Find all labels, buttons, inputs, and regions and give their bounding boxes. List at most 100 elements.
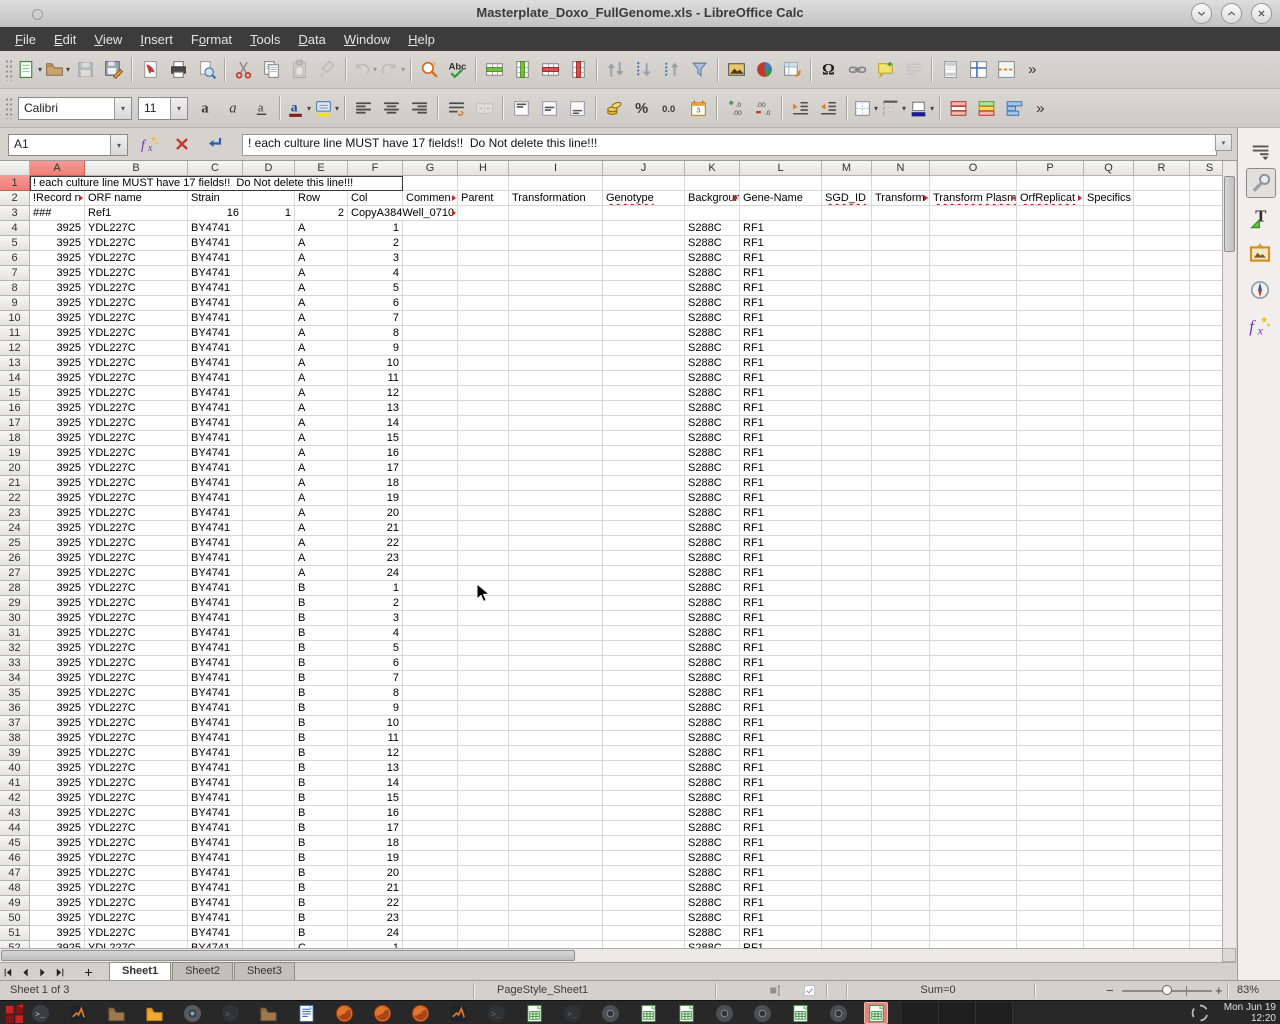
cancel-button[interactable] — [170, 132, 194, 156]
insert-chart-button[interactable] — [751, 57, 777, 83]
cell-B47[interactable]: YDL227C — [85, 866, 188, 881]
cell-B35[interactable]: YDL227C — [85, 686, 188, 701]
cell-H47[interactable] — [458, 866, 509, 881]
cell-S28[interactable] — [1190, 581, 1222, 596]
cell-A52[interactable]: 3925 — [30, 941, 85, 948]
taskbar-file-manager[interactable] — [256, 1002, 280, 1024]
cell-B3[interactable]: Ref1 — [85, 206, 188, 221]
cell-J5[interactable] — [603, 236, 685, 251]
taskbar-terminal[interactable]: >_ — [484, 1002, 508, 1024]
cell-G52[interactable] — [403, 941, 458, 948]
cell-E6[interactable]: A — [295, 251, 348, 266]
cell-M16[interactable] — [822, 401, 872, 416]
cell-O45[interactable] — [930, 836, 1017, 851]
date-format-button[interactable]: 3 — [685, 95, 711, 121]
column-header-H[interactable]: H — [458, 161, 509, 176]
cell-O1[interactable] — [930, 176, 1017, 191]
cell-G2[interactable]: Commen — [403, 191, 458, 206]
row-header-23[interactable]: 23 — [0, 506, 30, 521]
cell-H26[interactable] — [458, 551, 509, 566]
cell-P16[interactable] — [1017, 401, 1084, 416]
cell-R7[interactable] — [1134, 266, 1190, 281]
cell-N41[interactable] — [872, 776, 930, 791]
cell-G15[interactable] — [403, 386, 458, 401]
cell-A31[interactable]: 3925 — [30, 626, 85, 641]
cell-C14[interactable]: BY4741 — [188, 371, 243, 386]
cell-F9[interactable]: 6 — [348, 296, 403, 311]
cell-S12[interactable] — [1190, 341, 1222, 356]
column-header-L[interactable]: L — [740, 161, 822, 176]
cell-C25[interactable]: BY4741 — [188, 536, 243, 551]
cell-D41[interactable] — [243, 776, 295, 791]
cell-D2[interactable] — [243, 191, 295, 206]
cell-D10[interactable] — [243, 311, 295, 326]
cell-R10[interactable] — [1134, 311, 1190, 326]
cell-P13[interactable] — [1017, 356, 1084, 371]
page-style-indicator[interactable]: PageStyle_Sheet1 — [497, 984, 588, 996]
cell-A44[interactable]: 3925 — [30, 821, 85, 836]
cell-H48[interactable] — [458, 881, 509, 896]
cell-A51[interactable]: 3925 — [30, 926, 85, 941]
cell-S20[interactable] — [1190, 461, 1222, 476]
cell-I35[interactable] — [509, 686, 603, 701]
cell-H32[interactable] — [458, 641, 509, 656]
cell-D40[interactable] — [243, 761, 295, 776]
cell-B41[interactable]: YDL227C — [85, 776, 188, 791]
cell-C42[interactable]: BY4741 — [188, 791, 243, 806]
cell-I41[interactable] — [509, 776, 603, 791]
cell-J24[interactable] — [603, 521, 685, 536]
underline-button[interactable]: a — [248, 95, 274, 121]
cell-P26[interactable] — [1017, 551, 1084, 566]
cell-A8[interactable]: 3925 — [30, 281, 85, 296]
cell-O5[interactable] — [930, 236, 1017, 251]
cell-D3[interactable]: 1 — [243, 206, 295, 221]
cell-O8[interactable] — [930, 281, 1017, 296]
font-color-dropdown-icon[interactable]: ▾ — [307, 104, 311, 113]
menu-edit[interactable]: Edit — [45, 29, 85, 50]
cell-Q46[interactable] — [1084, 851, 1134, 866]
cell-O47[interactable] — [930, 866, 1017, 881]
cell-M34[interactable] — [822, 671, 872, 686]
cell-H21[interactable] — [458, 476, 509, 491]
cell-R35[interactable] — [1134, 686, 1190, 701]
cell-G21[interactable] — [403, 476, 458, 491]
formula-input[interactable]: ! each culture line MUST have 17 fields!… — [242, 134, 1217, 156]
cell-J40[interactable] — [603, 761, 685, 776]
cell-M17[interactable] — [822, 416, 872, 431]
cell-M37[interactable] — [822, 716, 872, 731]
cell-G13[interactable] — [403, 356, 458, 371]
cell-J14[interactable] — [603, 371, 685, 386]
cell-J19[interactable] — [603, 446, 685, 461]
cell-P25[interactable] — [1017, 536, 1084, 551]
cell-E35[interactable]: B — [295, 686, 348, 701]
cell-P2[interactable]: OrfReplicat — [1017, 191, 1084, 206]
cell-J3[interactable] — [603, 206, 685, 221]
decrease-indent-button[interactable] — [815, 95, 841, 121]
cell-F36[interactable]: 9 — [348, 701, 403, 716]
cell-P39[interactable] — [1017, 746, 1084, 761]
selection-mode-icon[interactable] — [802, 983, 818, 999]
cell-N35[interactable] — [872, 686, 930, 701]
cell-H6[interactable] — [458, 251, 509, 266]
cell-L3[interactable] — [740, 206, 822, 221]
cell-A49[interactable]: 3925 — [30, 896, 85, 911]
cell-K37[interactable]: S288C — [685, 716, 740, 731]
cell-I9[interactable] — [509, 296, 603, 311]
cell-I15[interactable] — [509, 386, 603, 401]
cell-P19[interactable] — [1017, 446, 1084, 461]
cell-C26[interactable]: BY4741 — [188, 551, 243, 566]
cell-E41[interactable]: B — [295, 776, 348, 791]
cell-F48[interactable]: 21 — [348, 881, 403, 896]
cell-R36[interactable] — [1134, 701, 1190, 716]
cell-E33[interactable]: B — [295, 656, 348, 671]
cell-D34[interactable] — [243, 671, 295, 686]
cell-E16[interactable]: A — [295, 401, 348, 416]
cell-P17[interactable] — [1017, 416, 1084, 431]
cell-A9[interactable]: 3925 — [30, 296, 85, 311]
cell-Q21[interactable] — [1084, 476, 1134, 491]
cell-K6[interactable]: S288C — [685, 251, 740, 266]
cell-C7[interactable]: BY4741 — [188, 266, 243, 281]
cell-H44[interactable] — [458, 821, 509, 836]
cell-F41[interactable]: 14 — [348, 776, 403, 791]
cell-B9[interactable]: YDL227C — [85, 296, 188, 311]
